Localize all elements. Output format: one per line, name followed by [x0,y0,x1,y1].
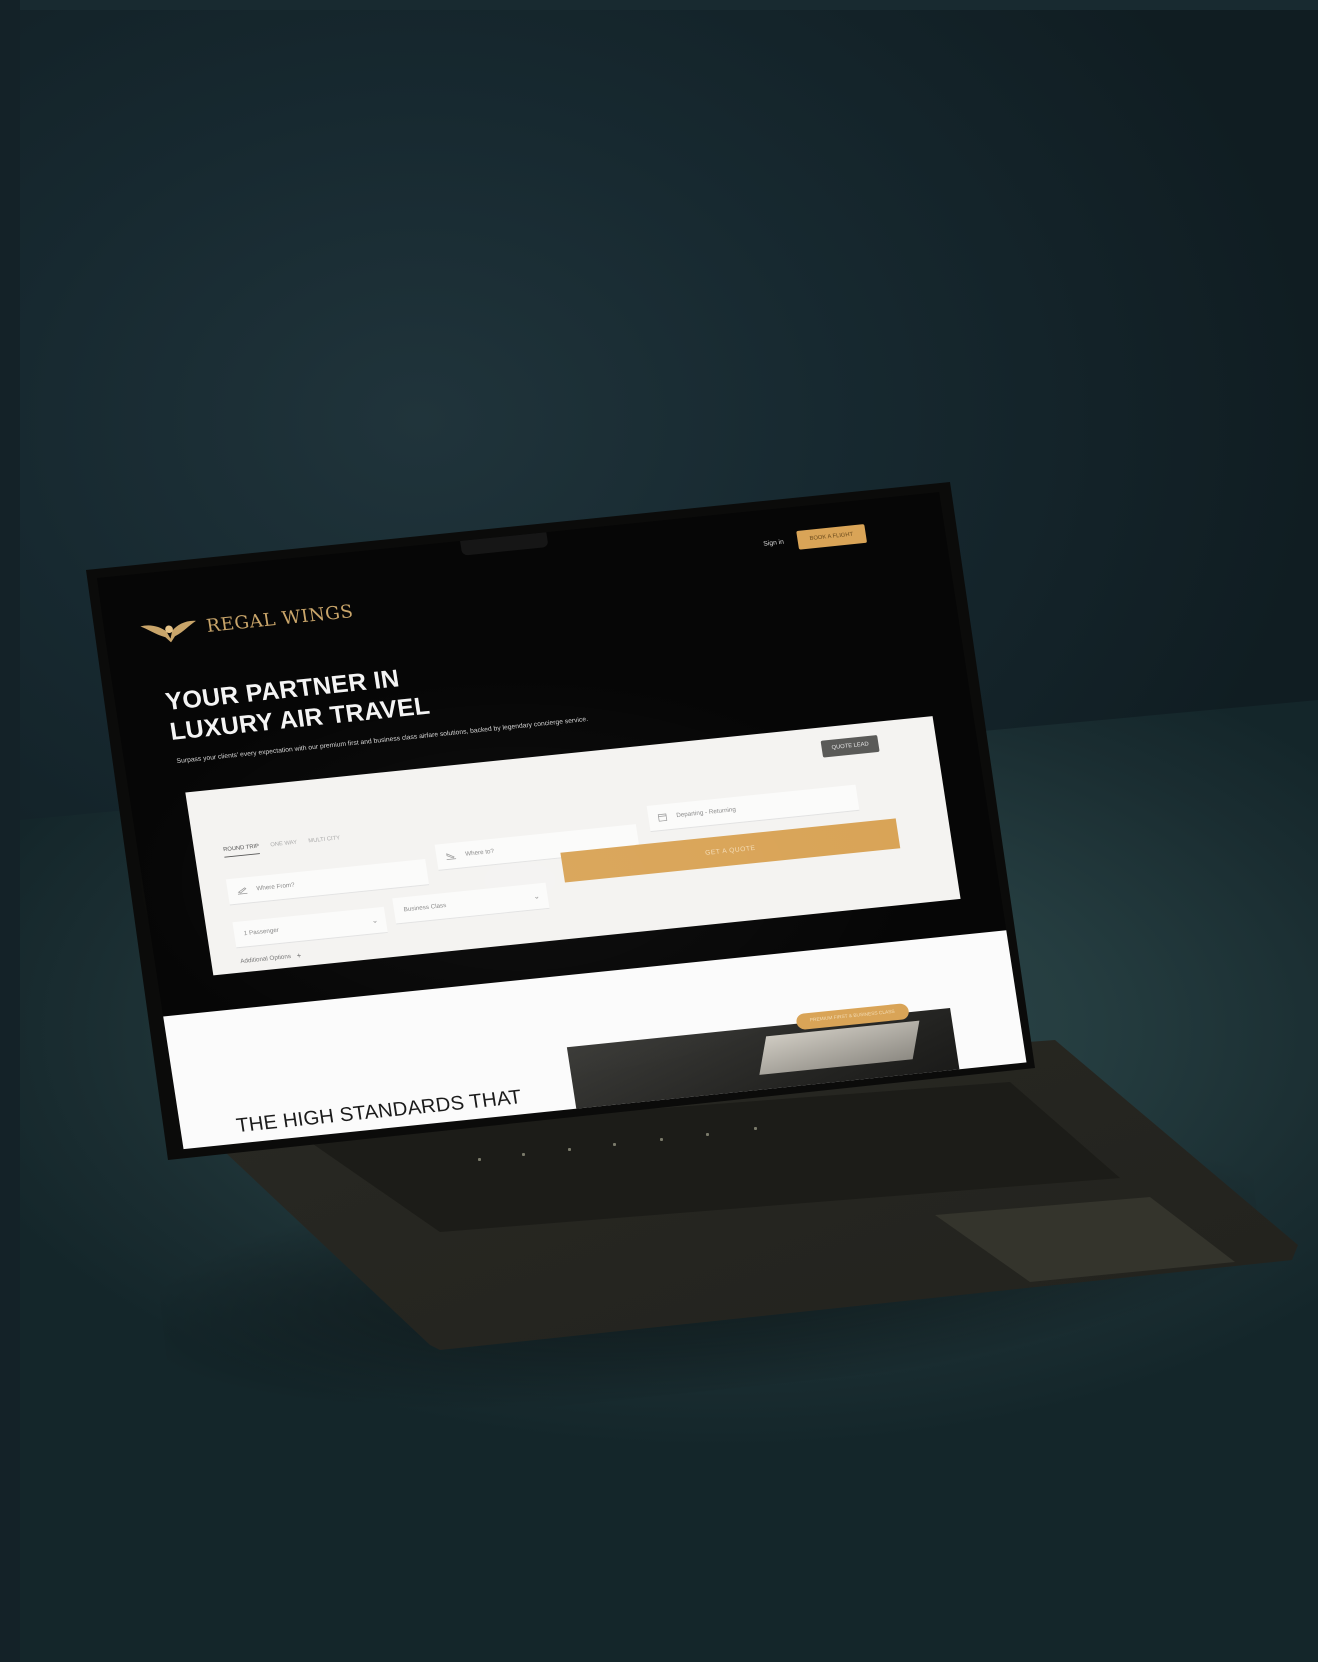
cabin-class-select[interactable]: Business Class ⌄ [392,882,550,925]
calendar-icon [657,813,668,822]
passengers-value: 1 Passenger [243,927,280,938]
trip-type-tabs: ROUND TRIP ONE WAY MULTI CITY [222,835,341,858]
chevron-down-icon: ⌄ [371,915,379,925]
brand-logo[interactable]: REGAL WINGS [140,599,356,645]
dates-placeholder: Departing - Returning [675,806,737,819]
passengers-select[interactable]: 1 Passenger ⌄ [232,906,388,949]
winged-crest-icon [140,620,196,643]
quote-lead-button[interactable]: QUOTE LEAD [820,735,880,758]
takeoff-icon [237,886,248,895]
scene-background: REGAL WINGS Sign in BOOK A FLIGHT YOUR P… [0,0,1318,1662]
additional-options-label: Additional Options [239,953,292,965]
additional-options-toggle[interactable]: Additional Options + [240,951,302,966]
book-flight-button[interactable]: BOOK A FLIGHT [795,524,868,550]
left-edge [0,0,20,1662]
to-placeholder: Where to? [464,848,495,858]
tab-round-trip[interactable]: ROUND TRIP [222,843,261,858]
chevron-down-icon: ⌄ [532,891,541,901]
tab-multi-city[interactable]: MULTI CITY [308,835,341,848]
landing-icon [446,852,457,860]
from-placeholder: Where From? [256,881,296,893]
header-actions: Sign in BOOK A FLIGHT [762,524,868,553]
cabin-class-value: Business Class [403,902,447,914]
top-edge [0,0,1318,10]
brand-name: REGAL WINGS [204,601,355,637]
plus-icon: + [296,951,302,961]
website-viewport: REGAL WINGS Sign in BOOK A FLIGHT YOUR P… [97,492,1030,1150]
site-header: REGAL WINGS Sign in BOOK A FLIGHT [97,492,949,645]
signin-link[interactable]: Sign in [763,538,785,547]
tab-one-way[interactable]: ONE WAY [270,840,298,853]
